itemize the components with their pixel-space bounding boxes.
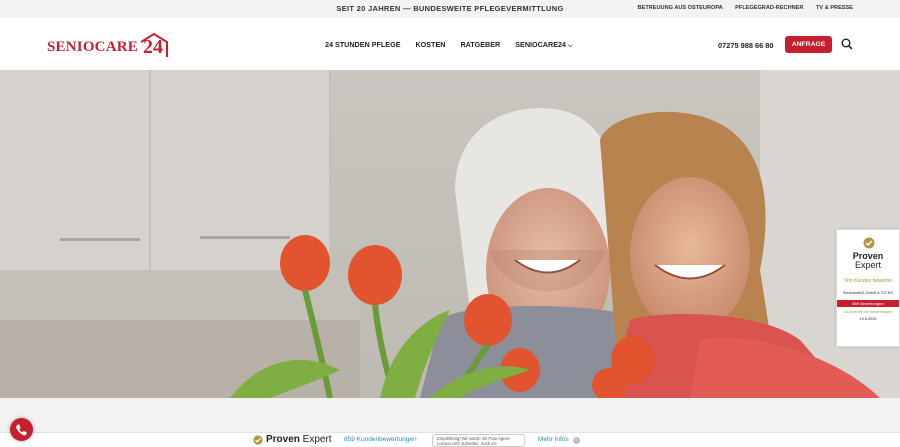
anfrage-button[interactable]: ANFRAGE xyxy=(785,36,832,53)
site-header: SENIOCARE 24 24 STUNDEN PFLEGE KOSTEN RA… xyxy=(0,18,900,70)
nav-seniocare24[interactable]: SENIOCARE24 ⌵ xyxy=(515,40,585,49)
checkmark-seal-icon xyxy=(863,237,875,249)
hero-photo xyxy=(0,70,900,398)
search-icon[interactable] xyxy=(841,38,853,50)
more-info-link[interactable]: Mehr Infos i xyxy=(538,436,580,444)
widget-authenticity: Zu Echtheit der Bewertungen xyxy=(843,310,893,314)
more-info-label: Mehr Infos xyxy=(538,436,569,443)
nav-seniocare24-label: SENIOCARE24 xyxy=(515,40,566,49)
nav-24-stunden-pflege[interactable]: 24 STUNDEN PFLEGE xyxy=(325,40,400,49)
provenexpert-logo-light: Expert xyxy=(299,434,332,445)
review-quote: Empfehlung! Wir waren mit Frau Agnes Luc… xyxy=(432,434,525,447)
provenexpert-widget[interactable]: Proven Expert Von Kunden bewertet Senioc… xyxy=(836,229,900,347)
phone-icon xyxy=(16,424,27,436)
widget-rated-text: Von Kunden bewertet xyxy=(844,278,892,284)
phone-number[interactable]: 07275 988 66 80 xyxy=(718,41,773,50)
content-strip xyxy=(0,398,900,432)
logo-word: SENIOCARE xyxy=(47,39,138,55)
top-bar: SEIT 20 JAHREN — BUNDESWEITE PFLEGEVERMI… xyxy=(0,0,900,18)
widget-date: 19.6.2025 xyxy=(859,317,877,321)
toplink-pflegegrad[interactable]: PFLEGEGRAD-RECHNER xyxy=(735,5,803,11)
chevron-down-icon: ⌵ xyxy=(567,43,573,49)
reviews-link[interactable]: 859 Kundenbewertungen xyxy=(344,436,417,443)
logo-number: 24 xyxy=(143,36,163,58)
widget-company: Seniocare24 GmbH & CO KG xyxy=(842,291,894,295)
checkmark-seal-icon xyxy=(253,435,263,445)
info-icon: i xyxy=(572,437,580,444)
top-links: BETREUUNG AUS OSTEUROPA PFLEGEGRAD-RECHN… xyxy=(627,5,853,11)
provenexpert-logo-bold: Proven xyxy=(266,434,300,445)
nav-ratgeber[interactable]: RATGEBER xyxy=(460,40,500,49)
call-button[interactable] xyxy=(10,418,33,441)
toplink-tv-presse[interactable]: TV & PRESSE xyxy=(816,5,853,11)
toplink-osteuropa[interactable]: BETREUUNG AUS OSTEUROPA xyxy=(638,5,723,11)
widget-brand-line2: Expert xyxy=(854,260,881,270)
hero-image xyxy=(0,70,900,398)
provenexpert-logo[interactable]: Proven Expert xyxy=(266,434,332,445)
main-nav: 24 STUNDEN PFLEGE KOSTEN RATGEBER SENIOC… xyxy=(325,40,599,50)
nav-kosten[interactable]: KOSTEN xyxy=(415,40,445,49)
widget-review-count: 859 Bewertungen xyxy=(837,300,899,307)
provenexpert-bar: Proven Expert 859 Kundenbewertungen Empf… xyxy=(0,432,900,447)
